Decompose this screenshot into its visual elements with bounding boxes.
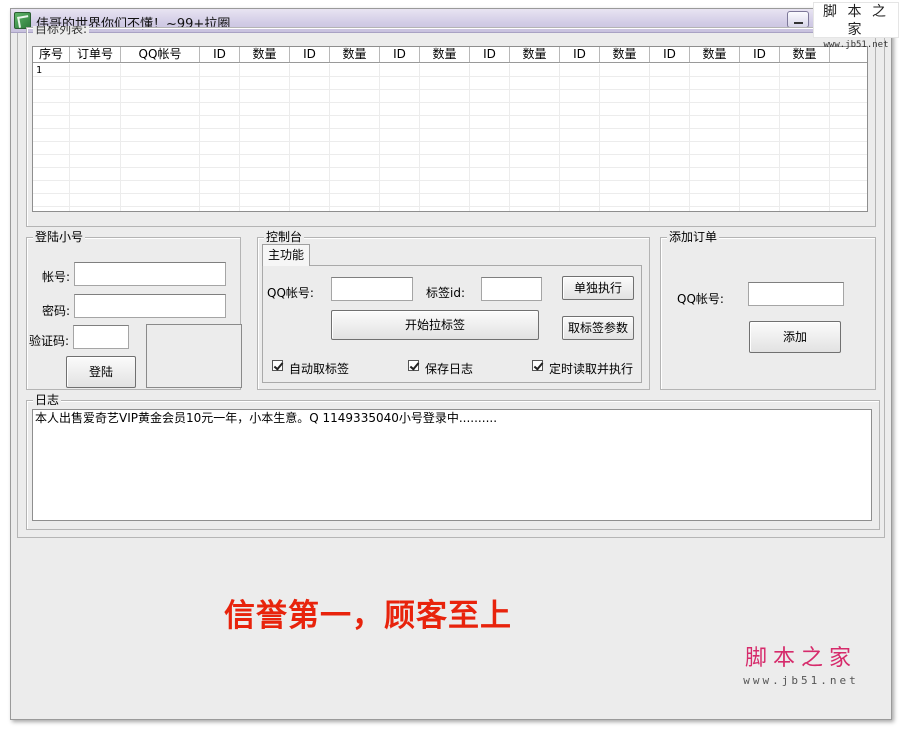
main-function-panel: QQ帐号: 标签id: 单独执行 开始拉标签 取标签参数 自动取标签 保存日志 … (262, 265, 642, 383)
watermark-bottom: 脚本之家 www.jb51.net (736, 644, 866, 688)
auto-fetch-tag-checkbox[interactable] (272, 360, 283, 371)
col-header-id[interactable]: ID (740, 47, 780, 62)
client-area: 目标列表: 序号 订单号 QQ帐号 ID 数量 ID 数量 ID 数量 ID 数… (17, 26, 885, 538)
log-legend: 日志 (33, 393, 62, 407)
start-tag-button[interactable]: 开始拉标签 (331, 310, 539, 340)
col-header-id[interactable]: ID (560, 47, 600, 62)
table-row[interactable]: 1 (36, 65, 42, 76)
grid-body[interactable]: 1 (33, 64, 867, 211)
tag-id-input[interactable] (481, 277, 542, 301)
timed-read-execute-checkbox[interactable] (532, 360, 543, 371)
console-qq-input[interactable] (331, 277, 413, 301)
target-list-group: 目标列表: 序号 订单号 QQ帐号 ID 数量 ID 数量 ID 数量 ID 数… (26, 26, 876, 227)
watermark-top: 脚 本 之 家 www.jb51.net (813, 2, 899, 50)
watermark-top-text: 脚 本 之 家 (823, 4, 889, 38)
add-order-legend: 添加订单 (667, 230, 720, 244)
target-list-grid[interactable]: 序号 订单号 QQ帐号 ID 数量 ID 数量 ID 数量 ID 数量 ID 数… (32, 46, 868, 212)
console-group: 控制台 主功能 QQ帐号: 标签id: 单独执行 开始拉标签 取标签参数 自动取… (257, 230, 650, 390)
col-header-id[interactable]: ID (470, 47, 510, 62)
password-input[interactable] (74, 294, 226, 318)
col-header-id[interactable]: ID (200, 47, 240, 62)
captcha-label: 验证码: (29, 334, 70, 348)
save-log-checkbox[interactable] (408, 360, 419, 371)
watermark-bottom-text: 脚本之家 (744, 646, 857, 671)
col-header-id[interactable]: ID (380, 47, 420, 62)
col-header-qty[interactable]: 数量 (600, 47, 650, 62)
watermark-bottom-url: www.jb51.net (743, 674, 859, 687)
slogan-text: 信誉第一，顾客至上 (224, 598, 512, 634)
console-legend: 控制台 (264, 230, 305, 244)
login-legend: 登陆小号 (33, 230, 86, 244)
watermark-top-url: www.jb51.net (823, 40, 889, 50)
target-list-legend: 目标列表: (33, 26, 90, 36)
log-group: 日志 本人出售爱奇艺VIP黄金会员10元一年，小本生意。Q 1149335040… (26, 393, 880, 530)
timed-read-execute-label: 定时读取并执行 (549, 362, 634, 376)
col-header-qty[interactable]: 数量 (420, 47, 470, 62)
log-line: 本人出售爱奇艺VIP黄金会员10元一年，小本生意。Q 1149335040小号登… (35, 411, 498, 425)
auto-fetch-tag-label: 自动取标签 (289, 362, 350, 376)
save-log-label: 保存日志 (425, 362, 474, 376)
col-header-qty[interactable]: 数量 (240, 47, 290, 62)
account-input[interactable] (74, 262, 226, 286)
add-order-button[interactable]: 添加 (749, 321, 841, 353)
fetch-tag-params-button[interactable]: 取标签参数 (562, 316, 634, 340)
col-header-qty[interactable]: 数量 (690, 47, 740, 62)
grid-header: 序号 订单号 QQ帐号 ID 数量 ID 数量 ID 数量 ID 数量 ID 数… (33, 47, 867, 63)
col-header-qq[interactable]: QQ帐号 (121, 47, 200, 62)
captcha-input[interactable] (73, 325, 129, 349)
order-qq-label: QQ帐号: (677, 292, 724, 306)
add-order-group: 添加订单 QQ帐号: 添加 (660, 230, 876, 390)
password-label: 密码: (42, 304, 71, 318)
tab-main-function[interactable]: 主功能 (262, 244, 310, 266)
col-header-seq[interactable]: 序号 (33, 47, 70, 62)
run-single-button[interactable]: 单独执行 (562, 276, 634, 300)
login-group: 登陆小号 帐号: 密码: 验证码: 登陆 (26, 230, 242, 390)
col-header-qty[interactable]: 数量 (330, 47, 380, 62)
col-header-order[interactable]: 订单号 (70, 47, 121, 62)
order-qq-input[interactable] (748, 282, 844, 306)
col-header-qty[interactable]: 数量 (510, 47, 560, 62)
minimize-button[interactable] (787, 11, 809, 28)
tag-id-label: 标签id: (426, 286, 465, 300)
col-header-id[interactable]: ID (290, 47, 330, 62)
console-qq-label: QQ帐号: (267, 286, 314, 300)
account-label: 帐号: (42, 270, 71, 284)
log-textarea[interactable]: 本人出售爱奇艺VIP黄金会员10元一年，小本生意。Q 1149335040小号登… (32, 409, 872, 521)
col-header-id[interactable]: ID (650, 47, 690, 62)
captcha-image[interactable] (146, 324, 242, 388)
login-button[interactable]: 登陆 (66, 356, 136, 388)
